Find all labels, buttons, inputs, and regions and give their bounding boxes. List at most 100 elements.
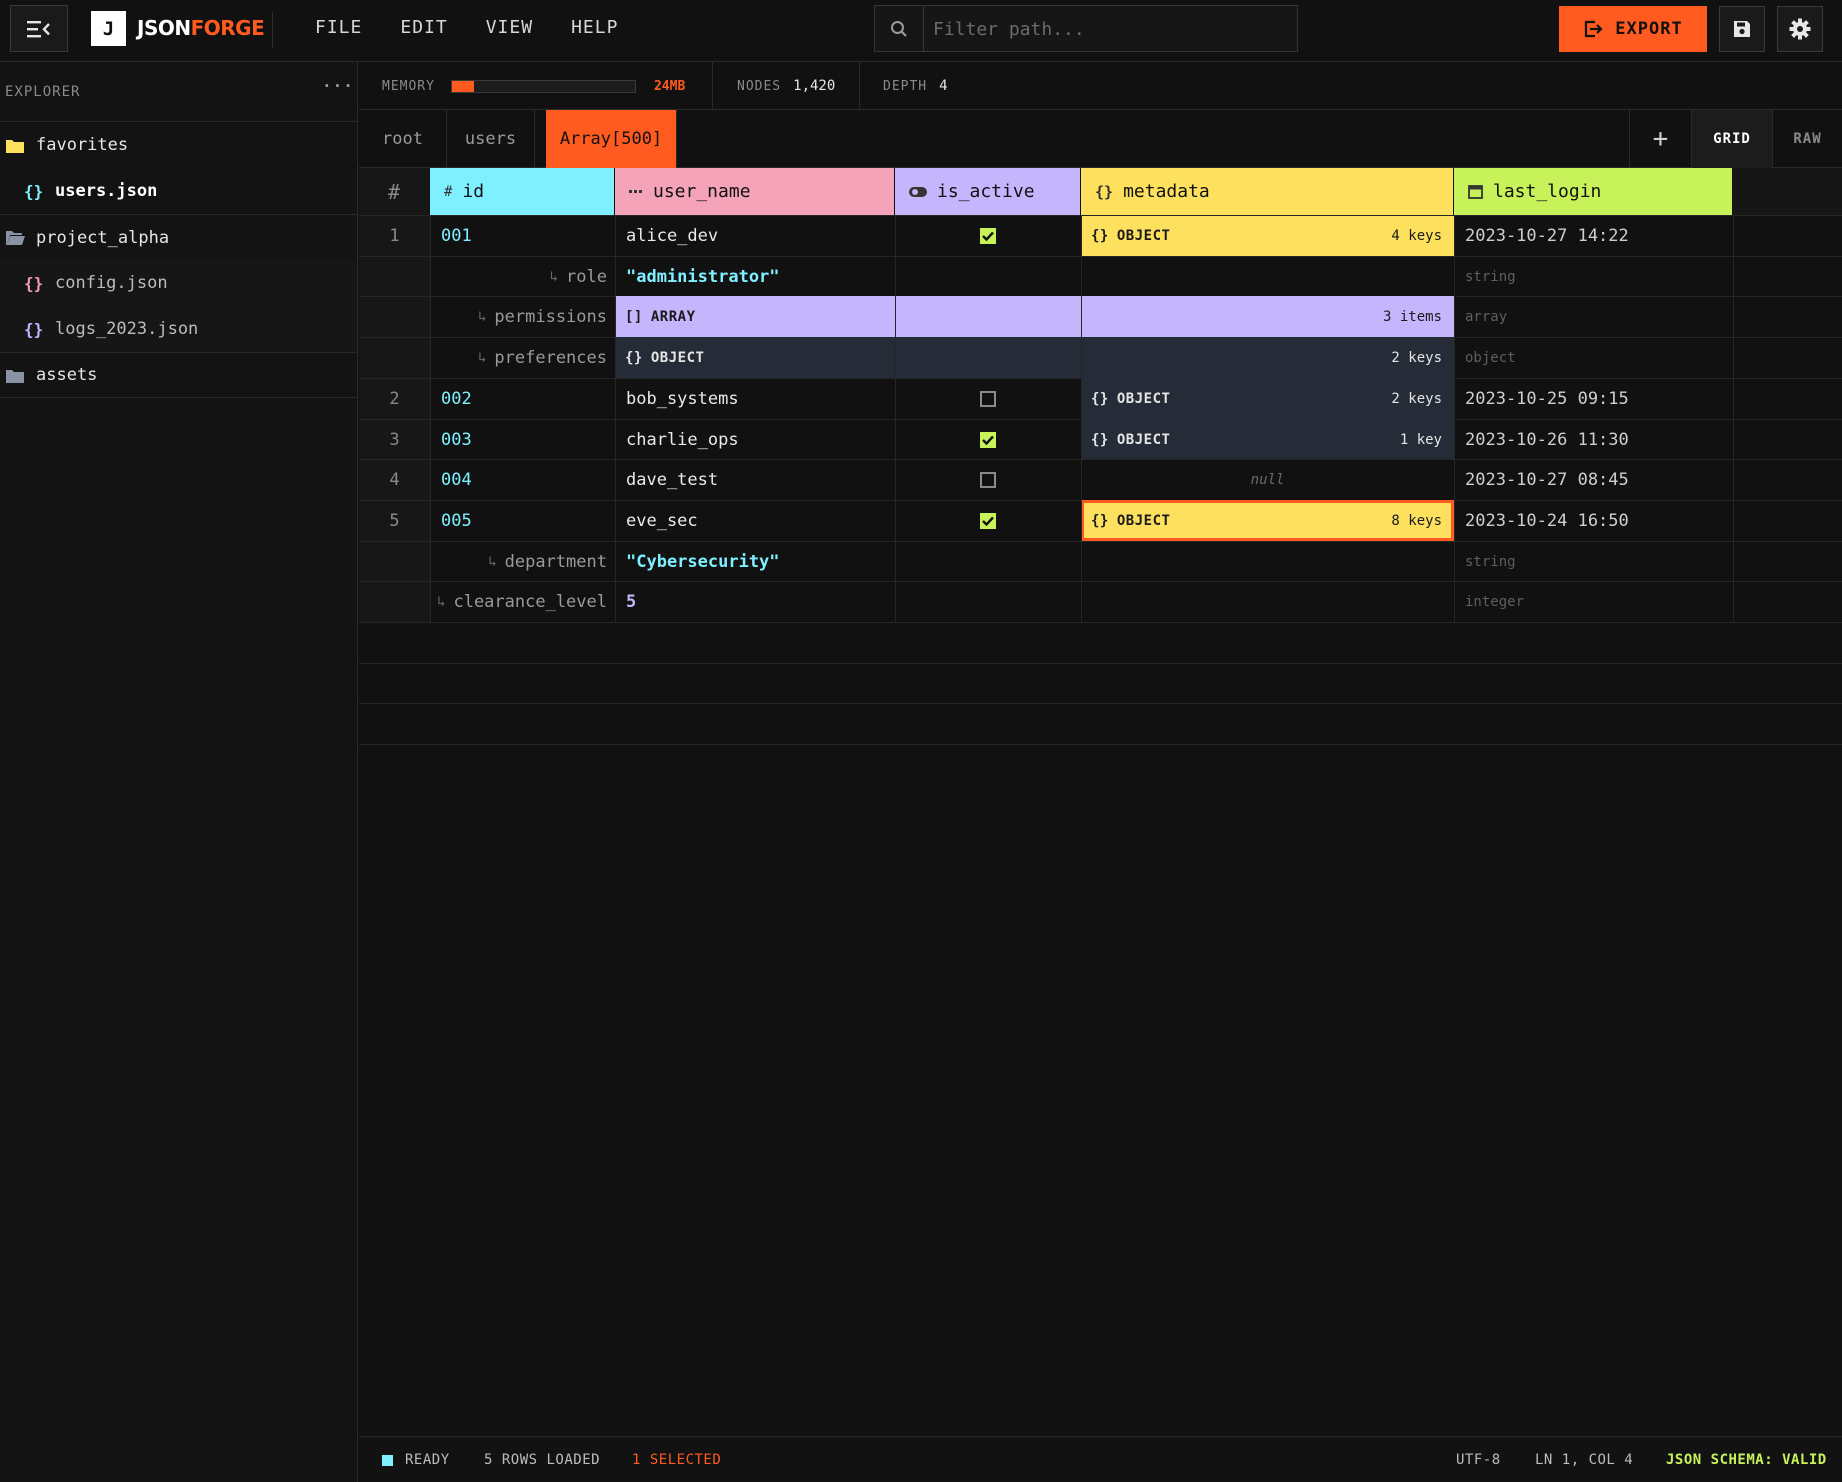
status-encoding[interactable]: UTF-8 bbox=[1456, 1437, 1501, 1482]
export-button[interactable]: EXPORT bbox=[1559, 6, 1707, 52]
value-count: 2 keys bbox=[1391, 390, 1442, 407]
cell-metadata[interactable]: {} OBJECT 1 key bbox=[1081, 419, 1454, 460]
checkbox-checked-icon[interactable] bbox=[980, 512, 996, 529]
cell-last-login[interactable]: 2023-10-27 08:45 bbox=[1454, 459, 1733, 500]
child-value[interactable]: 5 bbox=[615, 581, 1454, 622]
cell-user-name[interactable]: bob_systems bbox=[615, 378, 895, 419]
sidebar-item-label: config.json bbox=[55, 273, 168, 293]
cell-last-login[interactable]: 2023-10-25 09:15 bbox=[1454, 378, 1733, 419]
cell-metadata[interactable]: {} OBJECT 2 keys bbox=[1081, 378, 1454, 419]
child-value-block[interactable]: [] ARRAY 3 items bbox=[615, 296, 1454, 337]
sidebar-item-assets[interactable]: assets bbox=[0, 352, 357, 398]
menu-file[interactable]: FILE bbox=[315, 17, 362, 38]
save-button[interactable] bbox=[1719, 6, 1765, 52]
tab-users[interactable]: users bbox=[447, 110, 535, 168]
cell-user-name[interactable]: eve_sec bbox=[615, 500, 895, 541]
checkbox-checked-icon[interactable] bbox=[980, 227, 996, 244]
column-divider bbox=[1733, 215, 1734, 622]
add-tab-button[interactable]: + bbox=[1629, 110, 1691, 168]
depth-label: DEPTH bbox=[883, 78, 928, 94]
child-value[interactable]: "Cybersecurity" bbox=[615, 541, 1454, 582]
raw-view-button[interactable]: RAW bbox=[1773, 110, 1842, 168]
column-header-label: id bbox=[462, 181, 485, 202]
cell-id[interactable]: 001 bbox=[430, 215, 615, 256]
cell-metadata[interactable]: {} OBJECT 8 keys bbox=[1081, 500, 1454, 541]
checkbox-checked-icon[interactable] bbox=[980, 431, 996, 448]
cell-metadata-null[interactable]: null bbox=[1081, 459, 1454, 500]
status-schema: JSON SCHEMA: VALID bbox=[1666, 1452, 1827, 1468]
menu-view[interactable]: VIEW bbox=[486, 17, 533, 38]
sidebar-item-project-alpha[interactable]: project_alpha bbox=[0, 214, 357, 260]
value-count: 4 keys bbox=[1391, 227, 1442, 244]
main-menu: FILE EDIT VIEW HELP bbox=[315, 17, 618, 38]
status-cursor[interactable]: LN 1, COL 4 bbox=[1535, 1437, 1633, 1482]
path-filter bbox=[874, 5, 1298, 52]
value-type-label: OBJECT bbox=[1116, 431, 1171, 448]
app-name-part1: JSON bbox=[137, 16, 191, 40]
cell-last-login[interactable]: 2023-10-27 14:22 bbox=[1454, 215, 1733, 256]
column-header-user-name[interactable]: user_name bbox=[615, 168, 895, 215]
column-header-label: user_name bbox=[653, 181, 751, 202]
menu-help[interactable]: HELP bbox=[571, 17, 618, 38]
column-header-is-active[interactable]: is_active bbox=[895, 168, 1081, 215]
braces-icon: {} bbox=[1091, 390, 1109, 407]
cell-user-name[interactable]: alice_dev bbox=[615, 215, 895, 256]
child-arrow-icon: ↳ bbox=[477, 349, 487, 366]
path-filter-input[interactable] bbox=[933, 15, 1283, 43]
braces-icon: {} bbox=[1091, 227, 1109, 244]
column-header-id[interactable]: # id bbox=[430, 168, 615, 215]
status-ready: READY bbox=[382, 1437, 450, 1482]
column-header-metadata[interactable]: {} metadata bbox=[1081, 168, 1454, 215]
hash-icon: # bbox=[444, 183, 453, 200]
depth-stat: DEPTH 4 bbox=[883, 62, 948, 110]
cell-user-name[interactable]: charlie_ops bbox=[615, 419, 895, 460]
sidebar-toggle-button[interactable] bbox=[10, 5, 68, 52]
cell-id[interactable]: 003 bbox=[430, 419, 615, 460]
cell-last-login[interactable]: 2023-10-26 11:30 bbox=[1454, 419, 1733, 460]
child-arrow-icon: ↳ bbox=[549, 268, 559, 285]
settings-button[interactable] bbox=[1777, 6, 1823, 52]
cell-last-login[interactable]: 2023-10-24 16:50 bbox=[1454, 500, 1733, 541]
row-divider bbox=[359, 215, 1842, 216]
child-type: string bbox=[1465, 268, 1516, 285]
gear-icon bbox=[1789, 18, 1811, 40]
cell-is-active[interactable] bbox=[895, 419, 1081, 460]
tab-array[interactable]: Array[500] bbox=[546, 110, 677, 168]
cell-is-active[interactable] bbox=[895, 378, 1081, 419]
column-divider bbox=[1081, 215, 1082, 622]
status-ready-label: READY bbox=[405, 1452, 450, 1468]
checkbox-unchecked-icon[interactable] bbox=[980, 390, 996, 407]
cell-metadata[interactable]: {} OBJECT 4 keys bbox=[1081, 215, 1454, 256]
breadcrumb-tabs: root users Array[500] + GRID RAW bbox=[359, 110, 1842, 168]
checkbox-unchecked-icon[interactable] bbox=[980, 471, 996, 488]
column-header-last-login[interactable]: last_login bbox=[1454, 168, 1733, 215]
value-type-label: OBJECT bbox=[650, 349, 705, 366]
more-options-icon[interactable]: ··· bbox=[322, 76, 354, 95]
child-type: object bbox=[1465, 349, 1516, 366]
sidebar-item-config-json[interactable]: {} config.json bbox=[0, 260, 357, 306]
cell-is-active[interactable] bbox=[895, 215, 1081, 256]
sidebar-item-favorites[interactable]: favorites bbox=[0, 122, 357, 168]
grid-view-button[interactable]: GRID bbox=[1691, 110, 1773, 168]
status-bar: READY 5 ROWS LOADED 1 SELECTED UTF-8 LN … bbox=[359, 1436, 1842, 1482]
braces-icon: {} bbox=[1091, 512, 1109, 529]
sidebar-item-label: favorites bbox=[36, 135, 129, 155]
cell-is-active[interactable] bbox=[895, 459, 1081, 500]
child-value[interactable]: "administrator" bbox=[615, 256, 1454, 297]
value-count: 1 key bbox=[1399, 431, 1442, 448]
value-count: 8 keys bbox=[1391, 512, 1442, 529]
json-file-icon: {} bbox=[24, 181, 44, 201]
cell-id[interactable]: 004 bbox=[430, 459, 615, 500]
memory-bar bbox=[450, 79, 636, 93]
sidebar-item-logs-json[interactable]: {} logs_2023.json bbox=[0, 306, 357, 352]
child-value-block[interactable]: {} OBJECT 2 keys bbox=[615, 337, 1454, 378]
cell-is-active[interactable] bbox=[895, 500, 1081, 541]
explorer-title: EXPLORER bbox=[5, 84, 81, 100]
cell-id[interactable]: 002 bbox=[430, 378, 615, 419]
cell-id[interactable]: 005 bbox=[430, 500, 615, 541]
sidebar-item-users-json[interactable]: {} users.json bbox=[0, 168, 357, 214]
menu-edit[interactable]: EDIT bbox=[400, 17, 447, 38]
cell-user-name[interactable]: dave_test bbox=[615, 459, 895, 500]
tab-root[interactable]: root bbox=[359, 110, 447, 168]
child-type: integer bbox=[1465, 593, 1525, 610]
